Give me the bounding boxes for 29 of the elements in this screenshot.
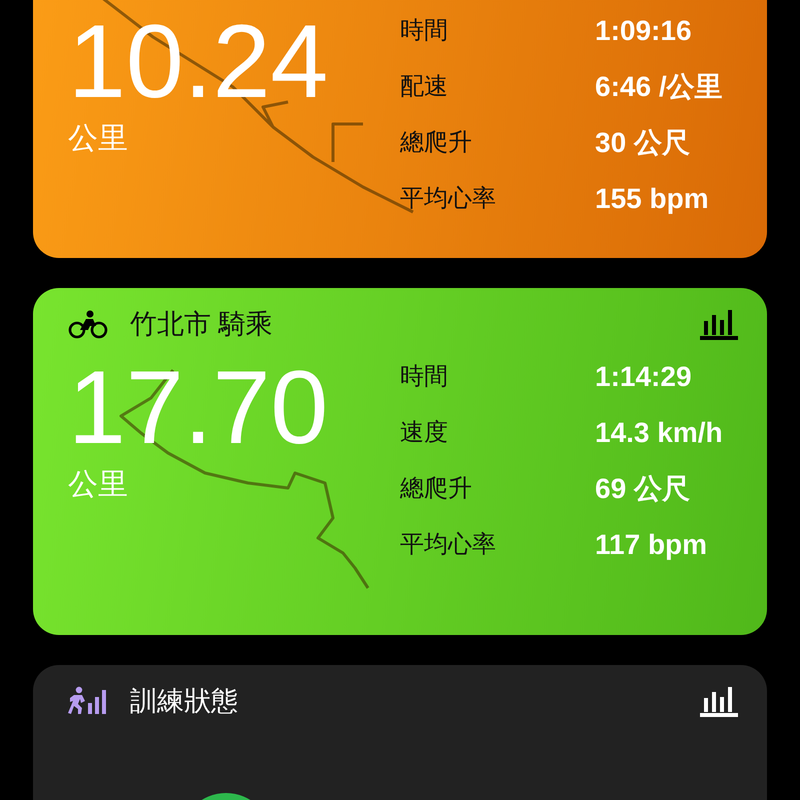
activity-card[interactable]: 10.24 公里 時間 1:09:16 配速 6:46 /公里 總爬升 30 公尺 平均心率 155 bpm <box>33 0 767 258</box>
activity-card[interactable]: 竹北市 騎乘 17.70 公里 時間 1:14:29 速度 14.3 km/h 總爬升 69 公尺 平均心率 117 bpm <box>33 288 767 635</box>
stat-value: 117 bpm <box>595 528 708 562</box>
card-title: 訓練狀態 <box>130 685 238 718</box>
stat-label: 總爬升 <box>400 128 473 158</box>
stat-label: 速度 <box>400 418 449 448</box>
stat-value: 1:14:29 <box>595 360 693 394</box>
runner-bars-icon <box>68 686 108 716</box>
stat-value: 14.3 km/h <box>595 416 723 450</box>
distance-unit: 公里 <box>68 121 129 157</box>
cyclist-icon <box>68 309 108 339</box>
stat-label: 時間 <box>400 362 449 392</box>
stat-value: 30 公尺 <box>595 126 691 160</box>
stat-label: 配速 <box>400 72 449 102</box>
stat-label: 平均心率 <box>400 184 497 214</box>
stat-value: 1:09:16 <box>595 14 693 48</box>
stat-value: 69 公尺 <box>595 472 691 506</box>
distance-unit: 公里 <box>68 467 129 503</box>
bar-chart-icon[interactable] <box>699 307 739 341</box>
distance-value: 10.24 <box>68 14 330 110</box>
distance-value: 17.70 <box>68 360 330 456</box>
stat-label: 時間 <box>400 16 449 46</box>
stat-value: 6:46 /公里 <box>595 70 723 104</box>
activity-title: 竹北市 騎乘 <box>130 308 273 341</box>
bar-chart-icon[interactable] <box>699 684 739 718</box>
stat-label: 平均心率 <box>400 530 497 560</box>
stat-label: 總爬升 <box>400 474 473 504</box>
training-status-card[interactable]: 訓練狀態 <box>33 665 767 800</box>
stat-value: 155 bpm <box>595 182 710 216</box>
